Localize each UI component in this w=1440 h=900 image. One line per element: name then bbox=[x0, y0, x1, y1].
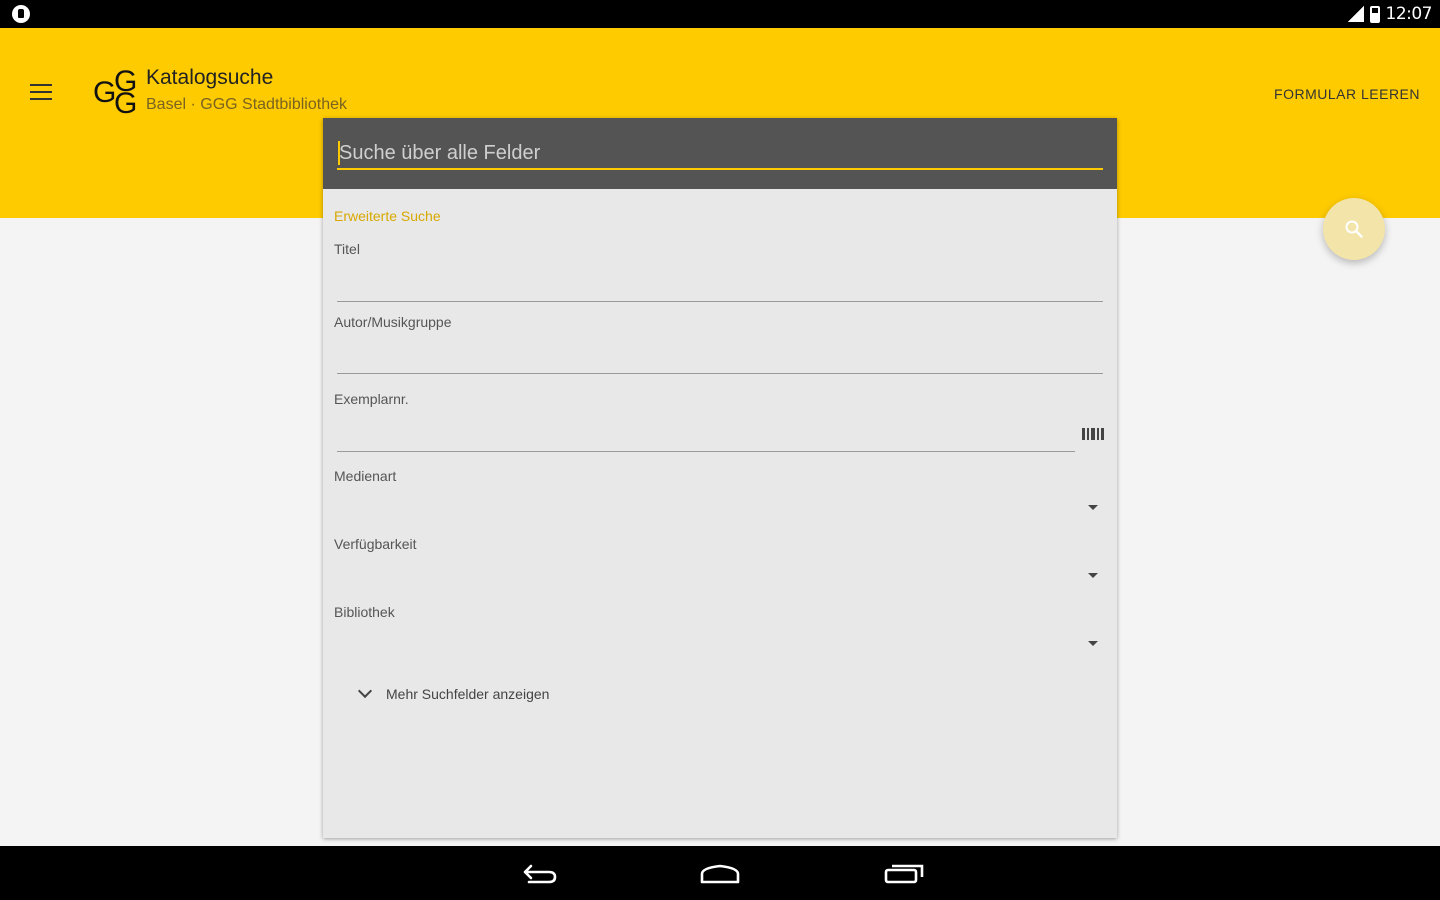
copy-number-field-label: Exemplarnr. bbox=[334, 391, 409, 407]
dropdown-arrow-icon bbox=[1088, 505, 1098, 510]
battery-icon bbox=[1369, 5, 1380, 23]
media-type-dropdown[interactable] bbox=[337, 493, 1103, 523]
signal-icon bbox=[1347, 6, 1364, 22]
app-title: Katalogsuche bbox=[146, 66, 274, 89]
text-cursor bbox=[338, 141, 340, 165]
home-icon[interactable] bbox=[698, 858, 742, 888]
search-header bbox=[323, 118, 1117, 189]
back-icon[interactable] bbox=[517, 858, 561, 888]
media-type-field-label: Medienart bbox=[334, 468, 397, 484]
ggg-logo: G G G bbox=[93, 65, 138, 120]
search-fab-button[interactable] bbox=[1323, 198, 1385, 260]
author-field-label: Autor/Musikgruppe bbox=[334, 314, 452, 330]
navigation-bar bbox=[0, 846, 1440, 900]
library-dropdown[interactable] bbox=[337, 629, 1103, 659]
author-input[interactable] bbox=[337, 343, 1103, 373]
title-field-label: Titel bbox=[334, 241, 360, 257]
search-form-card: Erweiterte Suche Titel Autor/Musikgruppe… bbox=[323, 118, 1117, 838]
title-input[interactable] bbox=[337, 270, 1103, 300]
app-subtitle: Basel · GGG Stadtbibliothek bbox=[146, 96, 347, 113]
library-field-label: Bibliothek bbox=[334, 604, 395, 620]
copy-number-field-underline bbox=[337, 451, 1075, 452]
barcode-icon[interactable] bbox=[1082, 428, 1104, 440]
clear-form-button[interactable]: FORMULAR LEEREN bbox=[1274, 86, 1420, 102]
availability-field-label: Verfügbarkeit bbox=[334, 536, 417, 552]
status-clock: 12:07 bbox=[1385, 4, 1433, 24]
menu-icon[interactable] bbox=[30, 84, 52, 100]
dropdown-arrow-icon bbox=[1088, 573, 1098, 578]
author-field-underline bbox=[337, 373, 1103, 374]
shield-lock-icon bbox=[12, 5, 30, 23]
recent-apps-icon[interactable] bbox=[882, 858, 926, 888]
copy-number-input[interactable] bbox=[337, 420, 1075, 450]
status-bar: 12:07 bbox=[0, 0, 1440, 28]
availability-dropdown[interactable] bbox=[337, 561, 1103, 591]
dropdown-arrow-icon bbox=[1088, 641, 1098, 646]
chevron-down-icon bbox=[358, 687, 372, 701]
more-search-fields-button[interactable]: Mehr Suchfelder anzeigen bbox=[358, 686, 549, 702]
title-field-underline bbox=[337, 301, 1103, 302]
more-search-fields-label: Mehr Suchfelder anzeigen bbox=[386, 686, 550, 702]
search-icon bbox=[1345, 220, 1363, 238]
advanced-search-label: Erweiterte Suche bbox=[334, 208, 441, 224]
status-indicators: 12:07 bbox=[1347, 4, 1433, 24]
search-all-fields-input[interactable] bbox=[337, 138, 1103, 170]
